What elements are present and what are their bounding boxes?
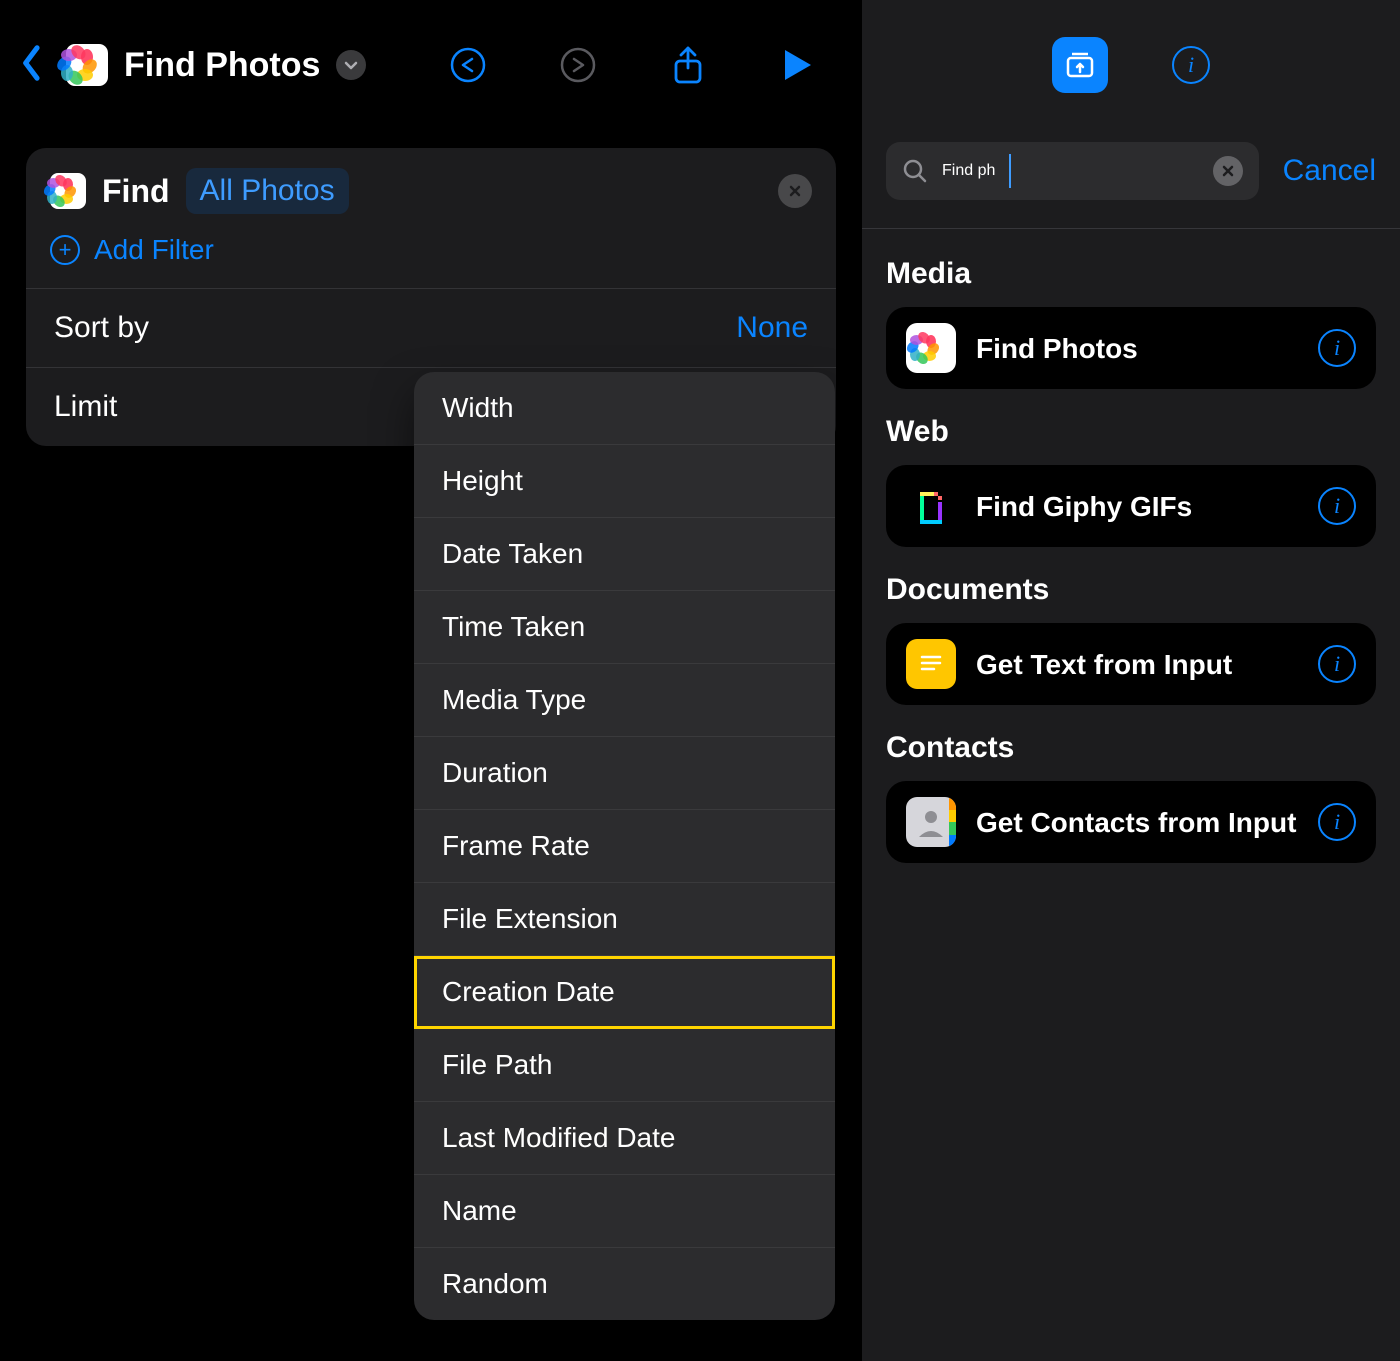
- search-results: Media Find Photos i Web Find Giphy GIFs i Docu…: [862, 229, 1400, 893]
- sort-option-name[interactable]: Name: [414, 1175, 835, 1248]
- sort-option-time-taken[interactable]: Time Taken: [414, 591, 835, 664]
- sort-option-creation-date[interactable]: Creation Date: [414, 956, 835, 1029]
- sort-option-width[interactable]: Width: [414, 372, 835, 445]
- photos-icon: [906, 323, 956, 373]
- photos-scope-pill[interactable]: All Photos: [186, 168, 349, 214]
- redo-button[interactable]: [558, 45, 598, 85]
- contacts-icon: [906, 797, 956, 847]
- giphy-icon: [906, 481, 956, 531]
- back-button[interactable]: [20, 44, 44, 87]
- limit-label: Limit: [54, 390, 117, 424]
- action-label: Find Photos: [976, 331, 1298, 366]
- action-label: Find Giphy GIFs: [976, 489, 1298, 524]
- photos-app-icon: [66, 44, 108, 86]
- info-icon: i: [1172, 46, 1210, 84]
- action-label: Get Contacts from Input: [976, 805, 1298, 840]
- sort-option-file-path[interactable]: File Path: [414, 1029, 835, 1102]
- actions-library-pane: i Find ph Cancel Media Find Photos i Web Fin…: [862, 0, 1400, 1361]
- action-get-text-from-input[interactable]: Get Text from Input i: [886, 623, 1376, 705]
- sort-option-frame-rate[interactable]: Frame Rate: [414, 810, 835, 883]
- action-find-photos[interactable]: Find Photos i: [886, 307, 1376, 389]
- action-verb: Find: [102, 173, 170, 210]
- action-find-giphy-gifs[interactable]: Find Giphy GIFs i: [886, 465, 1376, 547]
- gallery-tab-button[interactable]: [1052, 37, 1108, 93]
- section-header-contacts: Contacts: [886, 731, 1376, 765]
- sort-option-file-extension[interactable]: File Extension: [414, 883, 835, 956]
- plus-circle-icon: +: [50, 235, 80, 265]
- action-info-button[interactable]: i: [1318, 803, 1356, 841]
- section-header-media: Media: [886, 257, 1376, 291]
- text-icon: [906, 639, 956, 689]
- search-text: Find ph: [942, 162, 995, 180]
- text-cursor: [1009, 154, 1011, 188]
- search-input[interactable]: Find ph: [886, 142, 1259, 200]
- add-filter-button[interactable]: + Add Filter: [26, 234, 836, 288]
- sort-by-row[interactable]: Sort by None: [26, 289, 836, 367]
- sort-option-duration[interactable]: Duration: [414, 737, 835, 810]
- sort-option-height[interactable]: Height: [414, 445, 835, 518]
- sort-option-random[interactable]: Random: [414, 1248, 835, 1320]
- shortcut-editor-pane: Find Photos: [0, 0, 862, 1361]
- editor-top-bar: Find Photos: [0, 0, 862, 130]
- action-info-button[interactable]: i: [1318, 487, 1356, 525]
- library-top-bar: i: [862, 0, 1400, 130]
- sort-option-last-modified-date[interactable]: Last Modified Date: [414, 1102, 835, 1175]
- undo-button[interactable]: [448, 45, 488, 85]
- sort-by-dropdown[interactable]: WidthHeightDate TakenTime TakenMedia Typ…: [414, 372, 835, 1320]
- sort-by-value[interactable]: None: [736, 311, 808, 345]
- section-header-documents: Documents: [886, 573, 1376, 607]
- search-icon: [902, 158, 928, 184]
- info-tab-button[interactable]: i: [1172, 46, 1210, 84]
- add-filter-label: Add Filter: [94, 234, 214, 266]
- section-header-web: Web: [886, 415, 1376, 449]
- run-button[interactable]: [778, 45, 818, 85]
- title-chevron-button[interactable]: [336, 50, 366, 80]
- cancel-button[interactable]: Cancel: [1283, 154, 1376, 188]
- clear-search-button[interactable]: [1213, 156, 1243, 186]
- shortcut-title[interactable]: Find Photos: [124, 46, 320, 85]
- share-button[interactable]: [668, 45, 708, 85]
- sort-by-label: Sort by: [54, 311, 149, 345]
- action-info-button[interactable]: i: [1318, 329, 1356, 367]
- action-get-contacts-from-input[interactable]: Get Contacts from Input i: [886, 781, 1376, 863]
- action-label: Get Text from Input: [976, 647, 1298, 682]
- sort-option-media-type[interactable]: Media Type: [414, 664, 835, 737]
- sort-option-date-taken[interactable]: Date Taken: [414, 518, 835, 591]
- action-info-button[interactable]: i: [1318, 645, 1356, 683]
- clear-action-button[interactable]: [778, 174, 812, 208]
- photos-app-icon: [50, 173, 86, 209]
